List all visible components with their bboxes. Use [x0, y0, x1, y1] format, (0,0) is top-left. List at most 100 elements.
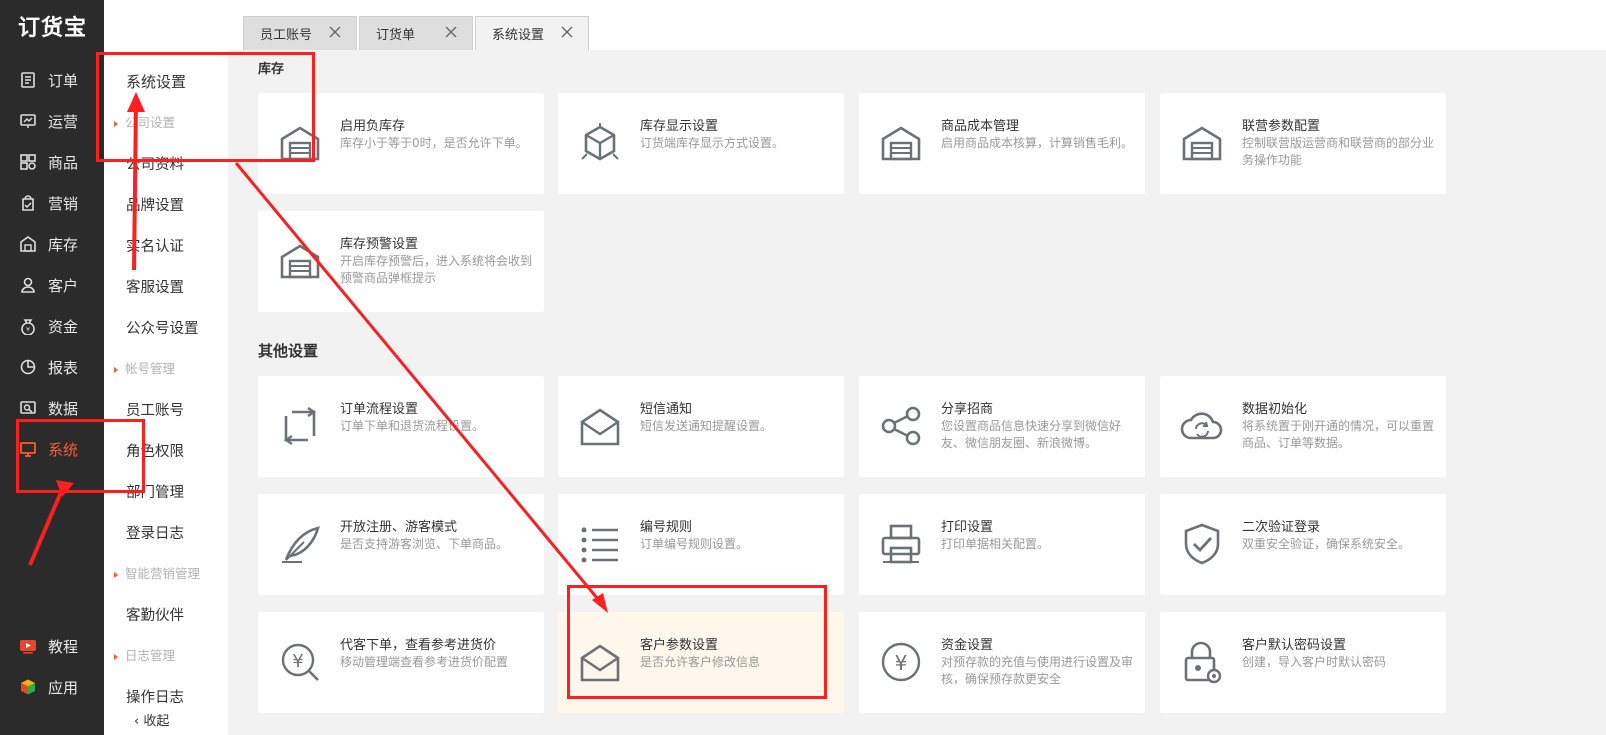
- product-icon: [18, 152, 38, 172]
- submenu-item-role[interactable]: 角色权限: [126, 440, 184, 461]
- submenu-collapse[interactable]: ‹ 收起: [134, 710, 169, 729]
- card-negative-stock[interactable]: 启用负库存 库存小于等于0时，是否允许下单。: [258, 93, 544, 194]
- card-title: 启用负库存: [340, 119, 406, 134]
- chevron-left-icon: ‹: [134, 714, 144, 729]
- card-desc: 将系统置于刚开通的情况，可以重置商品、订单等数据。: [1242, 419, 1435, 450]
- nav-item-label: 系统: [48, 440, 79, 459]
- submenu-group-account[interactable]: 帐号管理: [114, 358, 175, 377]
- card-desc: 双重安全验证，确保系统安全。: [1242, 537, 1411, 551]
- close-icon[interactable]: [328, 25, 342, 39]
- submenu-title[interactable]: 系统设置: [126, 71, 186, 92]
- close-icon[interactable]: [444, 25, 458, 39]
- nav-item-data[interactable]: 数据: [0, 390, 104, 426]
- card-desc: 打印单据相关配置。: [941, 537, 1050, 551]
- card-cost-management[interactable]: 商品成本管理 启用商品成本核算，计算销售毛利。: [859, 93, 1145, 194]
- settings-content: 库存 启用负库存 库存小于等于0时，是否允许下单。 库存显示设置 订货端库存显示…: [228, 50, 1606, 735]
- operation-icon: [18, 111, 38, 131]
- card-customer-params[interactable]: 客户参数设置 是否允许客户修改信息: [558, 612, 844, 713]
- nav-item-system[interactable]: 系统: [0, 431, 104, 467]
- card-title: 数据初始化: [1242, 402, 1308, 417]
- submenu-group-log[interactable]: 日志管理: [114, 645, 175, 664]
- tab-staff-account[interactable]: 员工账号: [243, 16, 357, 50]
- tab-bar: 员工账号 订货单 系统设置: [228, 0, 1606, 50]
- card-title: 客户默认密码设置: [1242, 638, 1347, 653]
- nav-item-label: 库存: [48, 235, 79, 254]
- pie-chart-icon: [18, 357, 38, 377]
- nav-item-funds[interactable]: ¥ 资金: [0, 308, 104, 344]
- card-print-settings[interactable]: 打印设置 打印单据相关配置。: [859, 494, 1145, 595]
- card-desc: 订单编号规则设置。: [640, 537, 749, 551]
- submenu-item-partner[interactable]: 客勤伙伴: [126, 604, 184, 625]
- card-share[interactable]: 分享招商 您设置商品信息快速分享到微信好友、微信朋友圈、新浪微博。: [859, 376, 1145, 477]
- nav-item-report[interactable]: 报表: [0, 349, 104, 385]
- warehouse-icon: [877, 119, 925, 167]
- shield-check-icon: [1178, 520, 1226, 568]
- nav-item-customer[interactable]: 客户: [0, 267, 104, 303]
- warehouse-icon: [18, 234, 38, 254]
- card-fund-settings[interactable]: ¥ 资金设置 对预存款的充值与使用进行设置及审核，确保预存款更安全: [859, 612, 1145, 713]
- card-number-rule[interactable]: 编号规则 订单编号规则设置。: [558, 494, 844, 595]
- warehouse-icon: [276, 237, 324, 285]
- nav-item-marketing[interactable]: 营销: [0, 185, 104, 221]
- submenu-group-smart[interactable]: 智能营销管理: [114, 563, 200, 582]
- nav-item-operation[interactable]: 运营: [0, 103, 104, 139]
- submenu-item-op-log[interactable]: 操作日志: [126, 686, 184, 707]
- card-desc: 库存小于等于0时，是否允许下单。: [340, 136, 528, 150]
- nav-item-product[interactable]: 商品: [0, 144, 104, 180]
- submenu-item-company-info[interactable]: 公司资料: [126, 153, 184, 174]
- card-stock-alert[interactable]: 库存预警设置 开启库存预警后，进入系统将会收到预警商品弹框提示: [258, 211, 544, 312]
- card-default-password[interactable]: 客户默认密码设置 创建，导入客户时默认密码: [1160, 612, 1446, 713]
- submenu-item-dept[interactable]: 部门管理: [126, 481, 184, 502]
- section-title-inventory: 库存: [258, 62, 285, 77]
- card-title: 商品成本管理: [941, 119, 1020, 134]
- submenu-item-staff[interactable]: 员工账号: [126, 399, 184, 420]
- submenu-item-brand[interactable]: 品牌设置: [126, 194, 184, 215]
- card-joint-config[interactable]: 联营参数配置 控制联营版运营商和联营商的部分业务操作功能: [1160, 93, 1446, 194]
- card-two-factor[interactable]: 二次验证登录 双重安全验证，确保系统安全。: [1160, 494, 1446, 595]
- envelope-icon: [576, 402, 624, 450]
- nav-item-inventory[interactable]: 库存: [0, 226, 104, 262]
- card-desc: 启用商品成本核算，计算销售毛利。: [941, 136, 1134, 150]
- order-icon: [18, 70, 38, 90]
- submenu-item-realname[interactable]: 实名认证: [126, 235, 184, 256]
- close-icon[interactable]: [560, 25, 574, 39]
- card-sms-notify[interactable]: 短信通知 短信发送通知提醒设置。: [558, 376, 844, 477]
- feather-icon: [276, 520, 324, 568]
- submenu-item-service[interactable]: 客服设置: [126, 276, 184, 297]
- submenu-group-company[interactable]: 公司设置: [114, 112, 175, 131]
- submenu-item-login-log[interactable]: 登录日志: [126, 522, 184, 543]
- lock-gear-icon: [1178, 638, 1226, 686]
- app-logo[interactable]: 订货宝: [18, 10, 87, 42]
- nav-item-label: 运营: [48, 112, 79, 131]
- card-stock-display[interactable]: 库存显示设置 订货端库存显示方式设置。: [558, 93, 844, 194]
- card-order-flow[interactable]: 订单流程设置 订单下单和退货流程设置。: [258, 376, 544, 477]
- card-desc: 控制联营版运营商和联营商的部分业务操作功能: [1242, 136, 1435, 167]
- tab-order-form[interactable]: 订货单: [359, 16, 473, 50]
- data-icon: [18, 398, 38, 418]
- card-desc: 订单下单和退货流程设置。: [340, 419, 485, 433]
- card-title: 二次验证登录: [1242, 520, 1321, 535]
- card-open-register[interactable]: 开放注册、游客模式 是否支持游客浏览、下单商品。: [258, 494, 544, 595]
- tab-system-settings[interactable]: 系统设置: [475, 16, 589, 50]
- yen-search-icon: ¥: [276, 638, 324, 686]
- card-title: 代客下单，查看参考进货价: [340, 638, 497, 653]
- svg-text:¥: ¥: [26, 327, 30, 334]
- video-icon: [18, 636, 38, 656]
- card-title: 库存预警设置: [340, 237, 419, 252]
- nav-item-label: 应用: [48, 678, 79, 697]
- submenu-item-official-account[interactable]: 公众号设置: [126, 317, 199, 338]
- list-icon: [576, 520, 624, 568]
- card-desc: 对预存款的充值与使用进行设置及审核，确保预存款更安全: [941, 655, 1134, 686]
- card-proxy-order[interactable]: ¥ 代客下单，查看参考进货价 移动管理端查看参考进货价配置: [258, 612, 544, 713]
- envelope-icon: [576, 638, 624, 686]
- card-title: 订单流程设置: [340, 402, 419, 417]
- card-desc: 是否支持游客浏览、下单商品。: [340, 537, 509, 551]
- nav-item-tutorial[interactable]: 教程: [0, 628, 104, 664]
- nav-item-apps[interactable]: 应用: [0, 669, 104, 705]
- card-data-init[interactable]: 数据初始化 将系统置于刚开通的情况，可以重置商品、订单等数据。: [1160, 376, 1446, 477]
- warehouse-icon: [1178, 119, 1226, 167]
- nav-item-order[interactable]: 订单: [0, 62, 104, 98]
- card-desc: 移动管理端查看参考进货价配置: [340, 655, 509, 669]
- card-desc: 短信发送通知提醒设置。: [640, 419, 773, 433]
- nav-item-label: 营销: [48, 194, 79, 213]
